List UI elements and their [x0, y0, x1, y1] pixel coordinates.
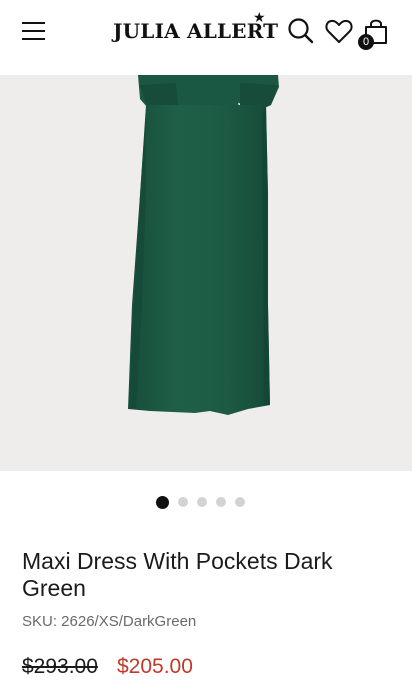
carousel-dot-2[interactable] [178, 497, 188, 507]
carousel-dot-1[interactable] [156, 495, 169, 509]
site-header: JULIA ALLERT ★ 0 [0, 0, 412, 75]
carousel-dot-5[interactable] [235, 497, 245, 507]
carousel-dots [156, 495, 266, 509]
cart-count-badge[interactable]: 0 [358, 34, 374, 50]
product-image[interactable] [0, 75, 412, 471]
carousel-dot-4[interactable] [216, 497, 226, 507]
carousel-dot-3[interactable] [197, 497, 207, 507]
dress-illustration [128, 75, 279, 415]
search-icon[interactable] [286, 16, 316, 46]
product-sku: SKU: 2626/XS/DarkGreen [22, 613, 197, 630]
product-title: Maxi Dress With Pockets Dark Green [22, 548, 333, 601]
original-price: $293.00 [22, 655, 98, 678]
heart-icon[interactable] [324, 16, 354, 46]
sale-price: $205.00 [117, 655, 193, 678]
logo-star-icon: ★ [253, 10, 266, 26]
menu-icon[interactable] [22, 20, 46, 42]
